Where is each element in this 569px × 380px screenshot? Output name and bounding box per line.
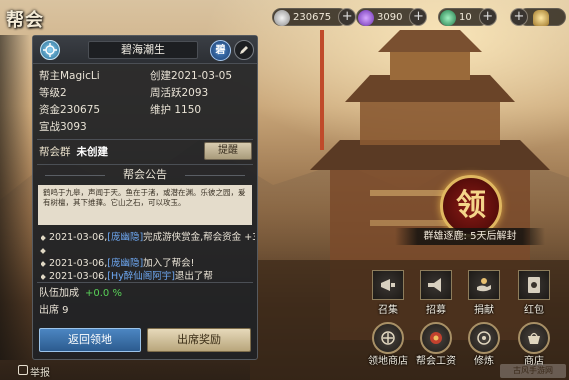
team-bonus-label: 队伍加成: [39, 288, 79, 299]
recruit-label: 招募: [426, 305, 446, 316]
jade-value: 10: [459, 11, 472, 23]
return-territory-button[interactable]: 返回领地: [39, 328, 141, 352]
donate-label: 捐献: [474, 305, 494, 316]
edit-button[interactable]: [234, 40, 254, 60]
attendance-count: 出席 9: [39, 305, 69, 316]
report-icon: [18, 365, 28, 375]
player-name-link[interactable]: [Hy醉仙阁阿宇]: [107, 271, 175, 282]
team-bonus-value: +0.0 %: [85, 288, 122, 299]
cultivate-icon: [477, 331, 491, 345]
add-jade-button[interactable]: +: [478, 8, 497, 26]
log-item: 2021-03-06,[庞幽隐]加入了帮会!: [41, 257, 255, 270]
guild-created: 创建2021-03-05: [150, 70, 233, 82]
report-link[interactable]: 举报: [30, 364, 50, 379]
guild-info-grid: 帮主MagicLi 创建2021-03-05 等级2 周活跃2093 资金230…: [39, 68, 253, 136]
guild-stats: 队伍加成 +0.0 % 出席 9: [39, 285, 253, 319]
jade-icon: [440, 10, 456, 26]
gem-value: 3090: [377, 11, 403, 23]
gold-ingot-icon: [533, 10, 549, 26]
guild-name: 碧海潮生: [88, 41, 198, 59]
guild-salary-label: 帮会工资: [416, 356, 456, 367]
guild-salary-button[interactable]: [420, 322, 452, 354]
shop-icon: [528, 332, 540, 344]
guild-maintenance: 维护 1150: [150, 104, 202, 116]
add-gold-button[interactable]: +: [510, 8, 528, 26]
salary-icon: [430, 332, 442, 344]
shop-button[interactable]: [518, 322, 550, 354]
red-envelope-label: 红包: [524, 305, 544, 316]
silver-value: 230675: [293, 11, 332, 23]
remind-button[interactable]: 提醒: [204, 142, 252, 160]
summon-button[interactable]: [372, 270, 404, 300]
player-name-link[interactable]: [庞幽隐]: [107, 232, 143, 243]
territory-shop-button[interactable]: [372, 322, 404, 354]
pencil-icon: [240, 46, 248, 54]
guild-leader: 帮主MagicLi: [39, 70, 100, 82]
guild-level: 等级2: [39, 87, 67, 99]
red-envelope-icon: [528, 277, 540, 293]
guild-info-panel: 碧海潮生 碧 帮主MagicLi 创建2021-03-05 等级2 周活跃209…: [32, 35, 258, 360]
attendance-reward-button[interactable]: 出席奖励: [147, 328, 251, 352]
guild-group-value: 未创建: [76, 146, 109, 158]
player-name-link[interactable]: [庞幽隐]: [107, 258, 143, 269]
cultivate-button[interactable]: [468, 322, 500, 354]
watermark-logo: 古风手游网: [500, 364, 566, 378]
summon-label: 召集: [378, 305, 398, 316]
team-bonus-row: 队伍加成 +0.0 %: [39, 285, 253, 302]
left-edge-shadow: [0, 35, 30, 360]
guild-war-declare: 宣战3093: [39, 121, 87, 133]
log-item: [41, 244, 255, 257]
panel-header: 碧海潮生 碧: [33, 36, 257, 64]
donate-button[interactable]: [468, 270, 500, 300]
divider: [37, 282, 253, 283]
guild-emblem-icon[interactable]: [40, 40, 60, 60]
gold-resource: +: [510, 8, 566, 26]
notice-title: 帮会公告: [37, 167, 253, 183]
gem-resource: 3090 +: [356, 8, 428, 26]
territory-shop-icon: [381, 331, 395, 345]
jade-resource: 10 +: [438, 8, 497, 26]
recruit-button[interactable]: [420, 270, 452, 300]
guild-log: 2021-03-06,[庞幽隐]完成游侠赏金,帮会资金 +350 2021-03…: [41, 231, 255, 283]
horn-icon: [381, 279, 395, 291]
page-title: 帮会: [6, 10, 44, 31]
red-envelope-button[interactable]: [518, 270, 550, 300]
megaphone-icon: [428, 278, 441, 292]
donate-hand-icon: [477, 278, 491, 292]
divider: [37, 139, 253, 140]
palace-illustration: [250, 30, 569, 380]
notice-text[interactable]: 鹤鸣于九皋，声闻于天。鱼在于渚，或潜在渊。乐彼之园，爰有树檀，其下维萚。它山之石…: [38, 185, 252, 225]
purple-gem-icon: [358, 10, 374, 26]
silver-resource: 230675 +: [272, 8, 357, 26]
guild-weekly-active: 周活跃2093: [150, 87, 209, 99]
guild-group-label: 帮会群: [39, 146, 71, 158]
divider: [37, 164, 253, 165]
territory-shop-label: 领地商店: [368, 356, 408, 367]
guild-badge: 碧: [210, 40, 231, 61]
event-banner: 群雄逐鹿: 5天后解封: [395, 228, 545, 245]
guild-funds: 资金230675: [39, 104, 101, 116]
silver-coin-icon: [274, 10, 290, 26]
log-item: 2021-03-06,[庞幽隐]完成游侠赏金,帮会资金 +350: [41, 231, 255, 244]
